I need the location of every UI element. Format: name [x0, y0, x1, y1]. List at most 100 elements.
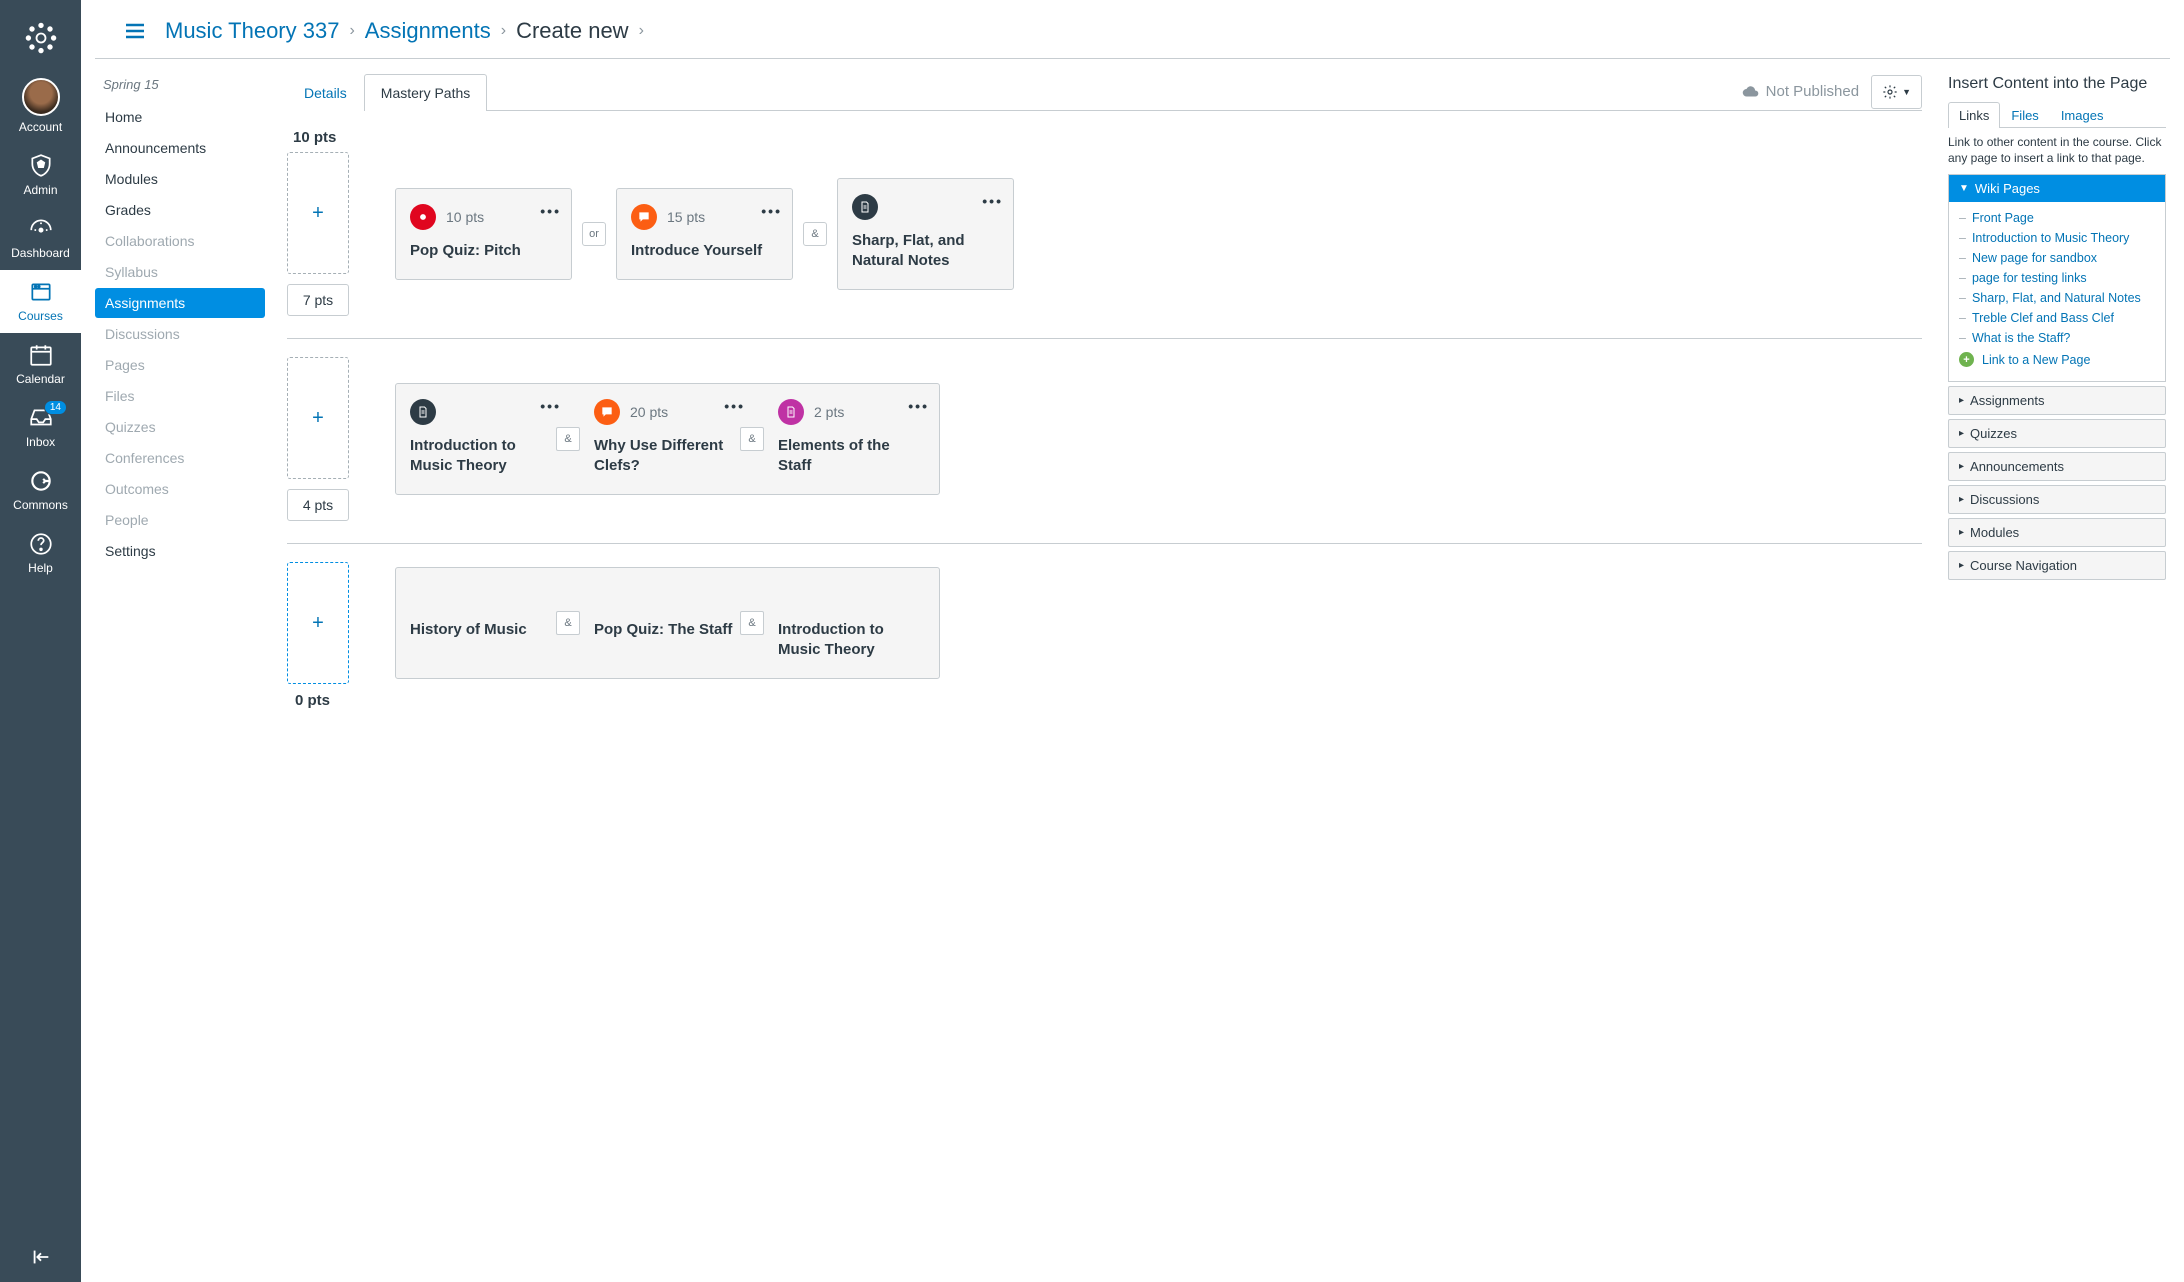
canvas-logo-icon[interactable]	[23, 20, 59, 56]
commons-icon	[27, 467, 55, 495]
breadcrumb-section[interactable]: Assignments	[365, 18, 491, 44]
path-connector: &	[556, 427, 580, 451]
nav-calendar[interactable]: Calendar	[0, 333, 81, 396]
tab-mastery-paths[interactable]: Mastery Paths	[364, 74, 487, 111]
card-title: Elements of the Staff	[778, 436, 925, 477]
card-menu-button[interactable]: •••	[982, 193, 1003, 209]
sidebar-section[interactable]: ▸Announcements	[1948, 452, 2166, 481]
nav-label: Admin	[23, 183, 57, 197]
course-nav-item[interactable]: Outcomes	[95, 474, 265, 504]
card-menu-button[interactable]: •••	[908, 398, 929, 414]
course-nav-item[interactable]: Syllabus	[95, 257, 265, 287]
course-nav-item[interactable]: Announcements	[95, 133, 265, 163]
dash-icon: –	[1959, 311, 1966, 325]
nav-inbox[interactable]: 14 Inbox	[0, 396, 81, 459]
card-menu-button[interactable]: •••	[540, 203, 561, 219]
dash-icon: –	[1959, 271, 1966, 285]
nav-commons[interactable]: Commons	[0, 459, 81, 522]
sidebar-section[interactable]: ▸Assignments	[1948, 386, 2166, 415]
gear-icon	[1882, 84, 1898, 100]
add-item-dropzone[interactable]: +	[287, 357, 349, 479]
add-item-dropzone[interactable]: +	[287, 152, 349, 274]
nav-account[interactable]: Account	[0, 70, 81, 144]
sidebar-tab-images[interactable]: Images	[2050, 102, 2115, 128]
path-connector: &	[556, 611, 580, 635]
card-points: 2 pts	[814, 404, 844, 420]
path-connector: &	[740, 611, 764, 635]
mastery-path-card[interactable]: •••Introduction to Music Theory	[396, 384, 571, 495]
wiki-pages-header[interactable]: ▼ Wiki Pages	[1949, 175, 2165, 202]
wiki-pages-label: Wiki Pages	[1975, 181, 2040, 196]
section-label: Modules	[1970, 525, 2019, 540]
course-nav-item[interactable]: Files	[95, 381, 265, 411]
wiki-page-link[interactable]: –Introduction to Music Theory	[1953, 228, 2161, 248]
publish-status: Not Published	[1742, 83, 1859, 101]
chevron-right-icon: ›	[639, 22, 644, 40]
tab-details[interactable]: Details	[287, 74, 364, 111]
nav-label: Courses	[18, 309, 63, 323]
score-cutoff-input[interactable]: 4 pts	[287, 489, 349, 521]
mastery-path-card[interactable]: Pop Quiz: The Staff	[580, 568, 755, 679]
course-nav-item[interactable]: Quizzes	[95, 412, 265, 442]
wiki-page-link[interactable]: –Sharp, Flat, and Natural Notes	[1953, 288, 2161, 308]
wiki-page-link[interactable]: –New page for sandbox	[1953, 248, 2161, 268]
nav-dashboard[interactable]: Dashboard	[0, 207, 81, 270]
card-menu-button[interactable]: •••	[724, 398, 745, 414]
card-title: Introduce Yourself	[631, 241, 778, 261]
nav-label: Account	[19, 120, 62, 134]
path-connector[interactable]: or	[582, 222, 606, 246]
wiki-page-link[interactable]: –page for testing links	[1953, 268, 2161, 288]
new-page-label: Link to a New Page	[1982, 353, 2090, 367]
score-cutoff-input[interactable]: 7 pts	[287, 284, 349, 316]
course-nav-item[interactable]: People	[95, 505, 265, 535]
course-nav-item[interactable]: Assignments	[95, 288, 265, 318]
sidebar-section[interactable]: ▸Discussions	[1948, 485, 2166, 514]
card-menu-button[interactable]: •••	[540, 398, 561, 414]
breadcrumb: Music Theory 337 › Assignments › Create …	[165, 18, 644, 44]
avatar-icon	[22, 78, 60, 116]
sidebar-tab-links[interactable]: Links	[1948, 102, 2000, 128]
nav-label: Calendar	[16, 372, 65, 386]
course-nav-item[interactable]: Modules	[95, 164, 265, 194]
nav-admin[interactable]: Admin	[0, 144, 81, 207]
insert-content-sidebar: Insert Content into the Page Links Files…	[1938, 59, 2170, 1282]
path-connector[interactable]: &	[803, 222, 827, 246]
mastery-path-card[interactable]: History of Music	[396, 568, 571, 679]
mastery-path-card[interactable]: •••Sharp, Flat, and Natural Notes	[838, 179, 1013, 290]
nav-help[interactable]: Help	[0, 522, 81, 585]
sidebar-tab-files[interactable]: Files	[2000, 102, 2049, 128]
course-nav-item[interactable]: Discussions	[95, 319, 265, 349]
wiki-page-link[interactable]: –What is the Staff?	[1953, 328, 2161, 348]
caret-right-icon: ▸	[1959, 494, 1964, 505]
mastery-path-card[interactable]: Introduction to Music Theory	[764, 568, 939, 679]
nav-label: Dashboard	[11, 246, 70, 260]
wiki-page-link[interactable]: –Treble Clef and Bass Clef	[1953, 308, 2161, 328]
discussion-icon	[631, 204, 657, 230]
mastery-path-card[interactable]: 2 pts ••• Elements of the Staff	[764, 384, 939, 495]
course-nav-item[interactable]: Pages	[95, 350, 265, 380]
mastery-path-card[interactable]: 15 pts ••• Introduce Yourself	[617, 189, 792, 279]
link-new-page[interactable]: +Link to a New Page	[1953, 348, 2161, 371]
breadcrumb-course[interactable]: Music Theory 337	[165, 18, 339, 44]
add-item-dropzone[interactable]: +	[287, 562, 349, 684]
sidebar-section[interactable]: ▸Modules	[1948, 518, 2166, 547]
path-connector: &	[740, 427, 764, 451]
collapse-nav-button[interactable]	[30, 1232, 52, 1282]
course-nav-item[interactable]: Home	[95, 102, 265, 132]
course-nav-item[interactable]: Conferences	[95, 443, 265, 473]
nav-label: Commons	[13, 498, 68, 512]
settings-button[interactable]: ▼	[1871, 75, 1922, 109]
sidebar-section[interactable]: ▸Quizzes	[1948, 419, 2166, 448]
sidebar-title: Insert Content into the Page	[1948, 75, 2166, 93]
hamburger-icon[interactable]	[123, 19, 147, 43]
course-nav-item[interactable]: Settings	[95, 536, 265, 566]
card-menu-button[interactable]: •••	[761, 203, 782, 219]
mastery-path-card[interactable]: 20 pts•••Why Use Different Clefs?	[580, 384, 755, 495]
nav-courses[interactable]: Courses	[0, 270, 81, 333]
sidebar-section[interactable]: ▸Course Navigation	[1948, 551, 2166, 580]
card-points: 15 pts	[667, 209, 705, 225]
course-nav-item[interactable]: Collaborations	[95, 226, 265, 256]
course-nav-item[interactable]: Grades	[95, 195, 265, 225]
wiki-page-link[interactable]: –Front Page	[1953, 208, 2161, 228]
mastery-path-card[interactable]: 10 pts•••Pop Quiz: Pitch	[396, 189, 571, 279]
